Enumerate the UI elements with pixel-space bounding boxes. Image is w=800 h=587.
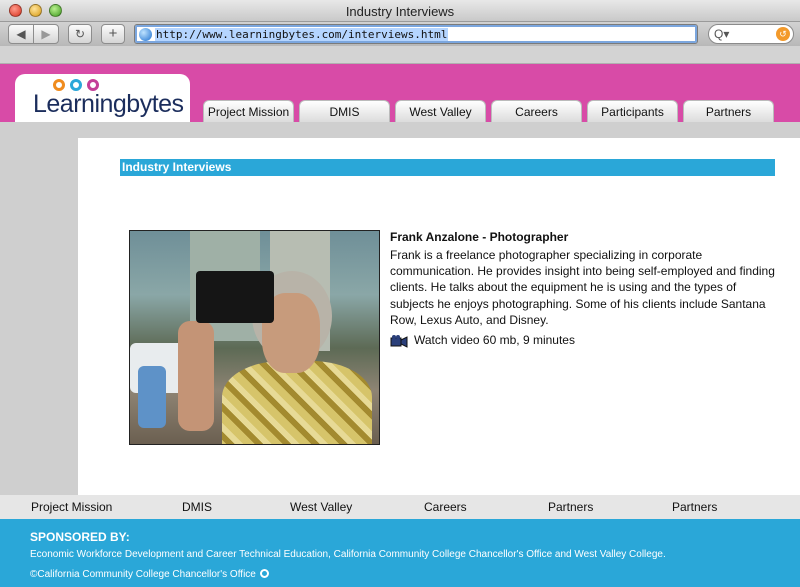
- forward-arrow-icon: ▶: [41, 27, 51, 41]
- content-area: Industry Interviews Frank Anzalone - Pho…: [0, 122, 800, 495]
- search-icon[interactable]: Q▾: [714, 27, 729, 41]
- video-camera-icon: [390, 335, 408, 348]
- content-panel: Industry Interviews Frank Anzalone - Pho…: [78, 138, 800, 495]
- nav-tab-careers[interactable]: Careers: [491, 100, 582, 122]
- nav-tab-project-mission[interactable]: Project Mission: [203, 100, 294, 122]
- site-header: Learningbytes Project Mission DMIS West …: [0, 64, 800, 122]
- window-titlebar: Industry Interviews: [0, 0, 800, 22]
- chrome-divider: [0, 46, 800, 64]
- copyright-line: ©California Community College Chancellor…: [30, 569, 269, 580]
- globe-icon: [139, 28, 152, 41]
- footer-link-partners-1[interactable]: Partners: [548, 500, 593, 514]
- reload-button[interactable]: ↻: [68, 24, 92, 44]
- back-arrow-icon: ◀: [16, 27, 26, 41]
- sponsor-footer: SPONSORED BY: Economic Workforce Develop…: [0, 519, 800, 587]
- site-logo[interactable]: Learningbytes: [15, 74, 190, 122]
- search-input[interactable]: Q▾ ↺: [708, 24, 794, 44]
- interview-description: Frank is a freelance photographer specia…: [390, 248, 775, 327]
- copyright-text: ©California Community College Chancellor…: [30, 569, 256, 580]
- footer-nav: Project Mission DMIS West Valley Careers…: [0, 495, 800, 519]
- video-link-label[interactable]: Watch video 60 mb, 9 minutes: [414, 333, 575, 347]
- window-title: Industry Interviews: [345, 4, 455, 19]
- nav-tab-partners[interactable]: Partners: [683, 100, 774, 122]
- url-text[interactable]: http://www.learningbytes.com/interviews.…: [155, 28, 449, 41]
- creative-commons-icon[interactable]: [259, 569, 269, 578]
- nav-tab-west-valley[interactable]: West Valley: [395, 100, 486, 122]
- interview-photo: [129, 230, 380, 445]
- sponsor-text: Economic Workforce Development and Caree…: [30, 549, 666, 560]
- section-title: Industry Interviews: [120, 159, 775, 176]
- add-bookmark-button[interactable]: +: [101, 24, 125, 44]
- address-bar[interactable]: http://www.learningbytes.com/interviews.…: [134, 24, 698, 44]
- nav-tab-participants[interactable]: Participants: [587, 100, 678, 122]
- snapback-icon[interactable]: ↺: [776, 27, 790, 41]
- reload-icon: ↻: [74, 27, 86, 41]
- plus-icon: +: [108, 25, 118, 42]
- footer-link-project-mission[interactable]: Project Mission: [31, 500, 112, 514]
- back-button[interactable]: ◀: [8, 24, 34, 44]
- footer-link-partners-2[interactable]: Partners: [672, 500, 717, 514]
- forward-button[interactable]: ▶: [33, 24, 59, 44]
- footer-link-west-valley[interactable]: West Valley: [290, 500, 352, 514]
- footer-link-careers[interactable]: Careers: [424, 500, 467, 514]
- logo-text: Learningbytes: [33, 90, 184, 118]
- nav-tab-dmis[interactable]: DMIS: [299, 100, 390, 122]
- footer-link-dmis[interactable]: DMIS: [182, 500, 212, 514]
- browser-toolbar: ◀ ▶ ↻ + http://www.learningbytes.com/int…: [0, 22, 800, 46]
- sponsor-heading: SPONSORED BY:: [30, 530, 130, 544]
- interview-title: Frank Anzalone - Photographer: [390, 230, 569, 244]
